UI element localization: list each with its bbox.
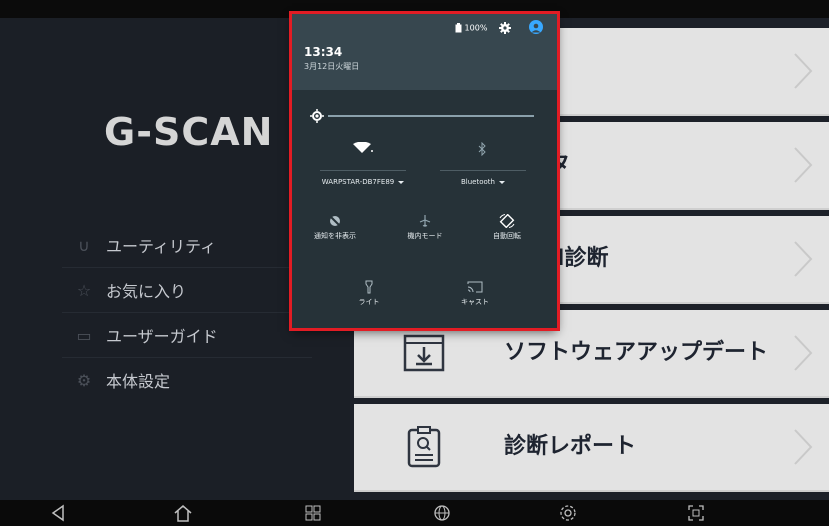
tile-label: 通知を非表示 (314, 232, 356, 240)
back-icon[interactable] (47, 503, 69, 523)
screenshot-icon[interactable] (685, 503, 707, 523)
shade-time: 13:34 (304, 45, 343, 59)
download-icon (403, 334, 445, 372)
menu-item-label: 本体設定 (106, 372, 171, 391)
tile-bluetooth[interactable] (440, 142, 524, 159)
card-label: 診断レポート (504, 434, 637, 459)
gscan-logo: G-SCAN (104, 110, 274, 154)
home-icon[interactable] (172, 503, 194, 523)
menu-item-label: ユーティリティ (106, 237, 217, 256)
star-icon: ☆ (76, 280, 92, 300)
tile-flashlight[interactable]: ライト (334, 280, 404, 307)
tile-label: ライト (358, 298, 380, 306)
menu-item-label: お気に入り (106, 282, 187, 301)
wifi-icon (353, 142, 373, 153)
globe-icon[interactable] (431, 503, 453, 523)
menu-item-user-guide[interactable]: ▭ ユーザーガイド (62, 313, 312, 358)
tile-label: 自動回転 (493, 232, 521, 240)
person-icon (531, 23, 541, 33)
book-icon: ▭ (76, 325, 92, 345)
shade-date: 3月12日火曜日 (304, 62, 360, 71)
menu-item-label: ユーザーガイド (106, 327, 218, 346)
tile-label: キャスト (461, 298, 489, 306)
wifi-network-selector[interactable]: WARPSTAR-DB7FE89 (320, 178, 406, 186)
notifications-off-icon (329, 215, 341, 227)
chevron-right-icon (794, 335, 813, 371)
usb-icon: ∪ (78, 235, 90, 255)
dropdown-arrow-icon (398, 180, 405, 184)
wifi-network-name: WARPSTAR-DB7FE89 (321, 178, 395, 186)
tile-cast[interactable]: キャスト (440, 280, 510, 307)
chevron-right-icon (794, 241, 813, 277)
tile-divider (320, 170, 406, 171)
bluetooth-selector[interactable]: Bluetooth (440, 178, 526, 186)
gear-icon[interactable] (557, 503, 579, 523)
tile-do-not-disturb[interactable]: 通知を非表示 (300, 214, 370, 241)
brightness-icon (310, 109, 324, 123)
brightness-slider[interactable] (328, 115, 534, 117)
tile-wifi[interactable] (320, 142, 404, 157)
cast-icon (467, 281, 483, 293)
airplane-icon (419, 215, 431, 227)
system-nav-bar (0, 500, 829, 526)
chevron-right-icon (794, 147, 813, 183)
report-icon (407, 426, 441, 468)
tile-auto-rotate[interactable]: 自動回転 (472, 214, 542, 241)
tile-label: 機内モード (407, 232, 443, 240)
tile-airplane-mode[interactable]: 機内モード (390, 214, 460, 241)
battery-percent: 100% (464, 23, 488, 33)
screen-rotation-icon (499, 214, 515, 228)
quick-settings-shade: 100% 13:34 3月12日火曜日 WARPSTAR-DB7FE89 Blu… (289, 11, 560, 331)
battery-icon (455, 23, 462, 33)
dropdown-arrow-icon (498, 180, 505, 184)
tile-divider (440, 170, 526, 171)
menu-item-settings[interactable]: ⚙ 本体設定 (62, 358, 312, 402)
apps-icon[interactable] (302, 503, 324, 523)
flashlight-icon (365, 280, 373, 294)
chevron-right-icon (794, 429, 813, 465)
settings-icon: ⚙ (76, 370, 92, 390)
card-diagnosis-report[interactable]: 診断レポート (354, 404, 829, 492)
shade-header: 100% 13:34 3月12日火曜日 (292, 14, 557, 90)
chevron-right-icon (794, 53, 813, 89)
user-avatar-icon[interactable] (529, 20, 543, 34)
side-menu: ∪ ユーティリティ ☆ お気に入り ▭ ユーザーガイド ⚙ 本体設定 (62, 223, 312, 402)
bluetooth-icon (478, 142, 486, 156)
bluetooth-label: Bluetooth (461, 178, 495, 186)
battery-indicator: 100% (455, 23, 487, 33)
menu-item-favorites[interactable]: ☆ お気に入り (62, 268, 312, 313)
settings-gear-icon[interactable] (499, 22, 511, 34)
menu-item-utility[interactable]: ∪ ユーティリティ (62, 223, 312, 268)
